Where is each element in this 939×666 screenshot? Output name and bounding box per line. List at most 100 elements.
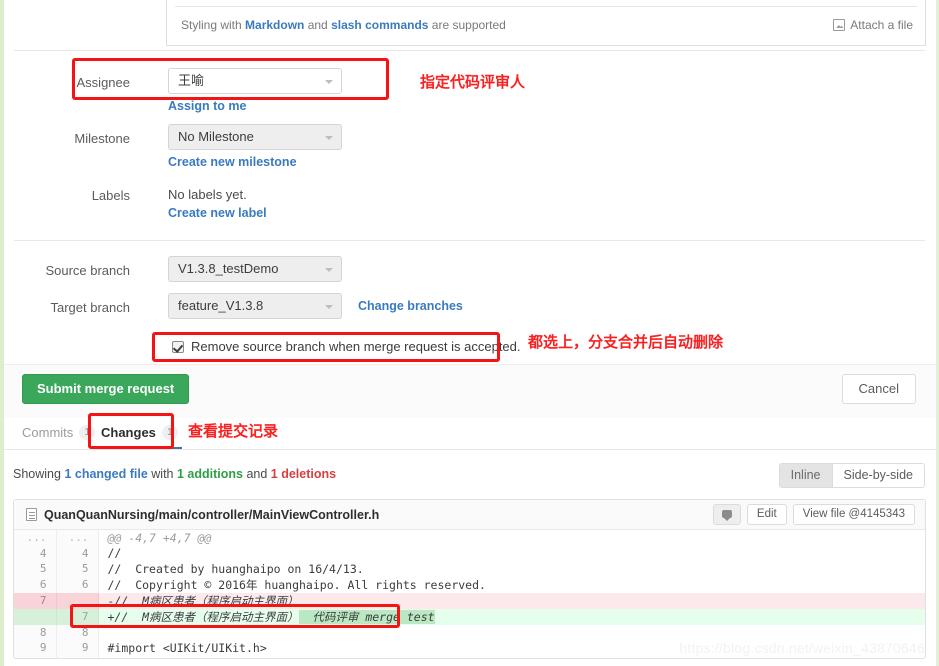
diff-added-highlight: 代码评审 merge test <box>298 609 435 624</box>
diff-row: 7 -// M病区患者（程序启动主界面） <box>14 592 925 609</box>
milestone-label: Milestone <box>74 131 130 146</box>
diff-row: 1010#import "Header.h" <box>14 655 925 658</box>
diff-file-header: QuanQuanNursing/main/controller/MainView… <box>14 500 925 530</box>
mr-tabs: Commits 1 Changes 1 <box>4 418 936 450</box>
remove-source-branch-checkbox[interactable] <box>172 340 184 353</box>
diff-file-actions: Edit View file @4145343 <box>712 504 915 525</box>
target-branch-label: Target branch <box>50 300 131 315</box>
editor-divider <box>175 6 917 7</box>
diff-row: 7 +// M病区患者（程序启动主界面） 代码评审 merge test <box>14 608 925 625</box>
diff-new-line-number: ... <box>56 530 99 546</box>
markdown-link[interactable]: Markdown <box>245 18 304 32</box>
labels-label: Labels <box>91 188 130 203</box>
attach-file-button[interactable]: Attach a file <box>833 18 913 32</box>
source-branch-select[interactable]: V1.3.8_testDemo <box>168 256 342 282</box>
create-new-label-link[interactable]: Create new label <box>168 206 267 220</box>
diff-old-line-number: 4 <box>14 545 57 561</box>
diff-row: 5 5 // Created by huanghaipo on 16/4/13. <box>14 561 925 577</box>
remove-source-branch-row[interactable]: Remove source branch when merge request … <box>172 339 521 354</box>
diff-new-line-number: 4 <box>56 545 99 561</box>
diff-old-line-number: 9 <box>14 640 57 656</box>
cancel-button[interactable]: Cancel <box>841 374 916 404</box>
diff-panel: QuanQuanNursing/main/controller/MainView… <box>13 499 926 659</box>
diff-code-line: @@ -4,7 +4,7 @@ <box>107 530 212 545</box>
diff-old-line-number: 5 <box>14 561 57 577</box>
diff-filename: QuanQuanNursing/main/controller/MainView… <box>44 507 380 522</box>
diff-new-line-number: 6 <box>56 576 99 593</box>
remove-source-branch-label: Remove source branch when merge request … <box>191 339 521 354</box>
assignee-label: Assignee <box>76 75 130 90</box>
side-by-side-view-button[interactable]: Side-by-side <box>833 464 924 487</box>
target-branch-value: feature_V1.3.8 <box>178 298 264 313</box>
diff-code-line: #import "Header.h" <box>98 656 925 658</box>
diff-old-line-number: 10 <box>14 655 57 658</box>
slash-commands-link[interactable]: slash commands <box>331 18 428 32</box>
diff-code-line: // Created by huanghaipo on 16/4/13. <box>107 561 364 576</box>
view-file-button[interactable]: View file @4145343 <box>792 504 915 525</box>
diff-code-line: +// M病区患者（程序启动主界面） 代码评审 merge test <box>98 608 925 625</box>
submit-merge-request-button[interactable]: Submit merge request <box>22 374 190 404</box>
image-file-icon <box>833 19 846 31</box>
diff-summary: Showing 1 changed file with 1 additions … <box>13 467 336 481</box>
chevron-down-icon <box>325 305 333 309</box>
diff-new-line-number: 8 <box>56 624 99 640</box>
comment-icon <box>721 509 732 521</box>
merge-request-form-page: ◢ Styling with Markdown and slash comman… <box>0 0 939 666</box>
assignee-select[interactable]: 王喻 <box>168 68 342 94</box>
divider-above-assignee <box>14 50 925 51</box>
diff-code-line <box>98 625 925 641</box>
diff-code-line: -// M病区患者（程序启动主界面） <box>98 592 925 609</box>
source-branch-value: V1.3.8_testDemo <box>178 261 279 276</box>
summary-deletions: 1 deletions <box>270 467 337 481</box>
chevron-down-icon <box>325 136 333 140</box>
edit-file-button[interactable]: Edit <box>746 504 787 525</box>
tab-changes[interactable]: Changes 1 <box>97 422 182 449</box>
tab-commits-count: 1 <box>79 425 96 440</box>
annotation-note-changes-tab: 查看提交记录 <box>188 422 279 440</box>
assign-to-me-link[interactable]: Assign to me <box>168 99 247 113</box>
diff-row: ...... @@ -4,7 +4,7 @@ <box>14 530 925 546</box>
diff-row: 4 4 // <box>14 545 925 561</box>
tab-changes-label: Changes <box>101 425 156 440</box>
diff-row: 88 <box>14 624 925 641</box>
create-new-milestone-link[interactable]: Create new milestone <box>168 155 297 169</box>
diff-old-line-number: 6 <box>14 576 57 593</box>
diff-new-line-number <box>56 592 99 609</box>
summary-and: and <box>242 467 271 481</box>
diff-new-line-number: 9 <box>56 640 99 656</box>
help-suffix: are supported <box>428 18 506 32</box>
tab-commits[interactable]: Commits 1 <box>18 422 99 448</box>
help-middle: and <box>304 18 332 32</box>
diff-new-line-number: 5 <box>56 561 99 577</box>
description-editor-footer: ◢ Styling with Markdown and slash comman… <box>166 0 926 46</box>
milestone-value: No Milestone <box>178 129 254 144</box>
help-prefix: Styling with <box>181 18 246 32</box>
watermark: https://blog.csdn.net/weixin_43870646 <box>679 640 925 656</box>
summary-additions: 1 additions <box>176 467 243 481</box>
markdown-help-text: Styling with Markdown and slash commands… <box>181 18 506 32</box>
tab-changes-count: 1 <box>161 425 178 440</box>
summary-prefix: Showing <box>13 467 65 481</box>
target-branch-select[interactable]: feature_V1.3.8 <box>168 293 342 319</box>
change-branches-link[interactable]: Change branches <box>358 299 463 313</box>
summary-changed-files: 1 changed file <box>64 467 148 481</box>
comment-button[interactable] <box>712 504 741 525</box>
diff-row: 6 6 // Copyright © 2016年 huanghaipo. All r… <box>14 576 925 593</box>
left-edge-strip <box>0 0 4 666</box>
annotation-note-remove-branch: 都选上，分支合并后自动删除 <box>528 333 724 351</box>
attach-file-label: Attach a file <box>850 18 913 32</box>
chevron-down-icon <box>325 80 333 84</box>
milestone-select[interactable]: No Milestone <box>168 124 342 150</box>
inline-view-button[interactable]: Inline <box>779 464 832 487</box>
diff-view-toggle: Inline Side-by-side <box>778 463 925 488</box>
form-actions-bar: Submit merge request Cancel <box>4 364 936 418</box>
diff-old-line-number: 8 <box>14 624 57 640</box>
diff-code-line: // <box>107 546 122 561</box>
assignee-value: 王喻 <box>178 73 205 88</box>
diff-new-line-number: 10 <box>56 655 99 658</box>
diff-old-line-number <box>14 608 57 625</box>
diff-old-line-number: 7 <box>14 592 57 609</box>
diff-new-line-number: 7 <box>56 608 99 625</box>
file-icon <box>26 508 37 521</box>
source-branch-label: Source branch <box>45 263 130 278</box>
